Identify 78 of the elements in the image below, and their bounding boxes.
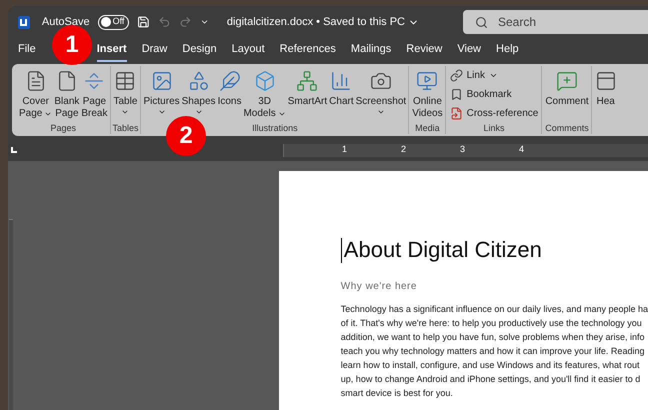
bookmark-icon (450, 88, 463, 101)
body-text-line: Technology has a significant influence on our daily lives, and many people ha (340, 303, 648, 316)
cube-icon (254, 70, 276, 92)
body-text-line: smart device is best for you. (340, 387, 454, 400)
ribbon-button[interactable]: Blank Page (53, 66, 80, 120)
bar-chart-icon (330, 70, 352, 92)
text-cursor (340, 238, 342, 262)
body-text-line: teach you why technology matters and how it can improve your life. Reading (340, 345, 646, 358)
ribbon-button[interactable]: 3D Models (242, 66, 287, 120)
body-text-line: up, how to change Android and iPhone settings, and you'll find it easier to d (340, 373, 642, 386)
ruler-number: 1 (342, 143, 348, 156)
caret-icon (44, 110, 52, 118)
feather-icon (218, 70, 241, 92)
ribbon-button[interactable]: Shapes (180, 66, 217, 116)
ribbon-button[interactable]: Icons (216, 66, 242, 108)
body-text-line: addition, we want to help you have fun, solve problems when they arise, info (340, 331, 646, 344)
search-input: Search (498, 13, 648, 31)
caret-icon (194, 108, 203, 116)
ribbon-button[interactable]: SmartArt (286, 66, 328, 108)
ribbon-group-label: Links (482, 123, 506, 134)
ribbon-small-button[interactable]: Bookmark (448, 85, 514, 104)
ribbon-tab[interactable]: Draw (142, 40, 168, 62)
tab-selector-icon[interactable] (11, 147, 17, 153)
body-text-line: of it. That's why we're here: to help you productively use the technology you (340, 317, 643, 330)
document-title[interactable]: digitalcitizen.docx • Saved to this PC (226, 14, 419, 30)
ribbon-button[interactable]: Online Videos (411, 66, 444, 120)
search-field[interactable]: Search (463, 10, 648, 34)
ribbon-group-label: Tables (112, 123, 139, 134)
ribbon-tab[interactable]: Insert (96, 40, 127, 62)
document-title-text: About Digital Citizen (344, 237, 542, 263)
ribbon-tab[interactable]: References (280, 40, 336, 62)
save-icon[interactable] (137, 15, 150, 29)
video-icon (416, 70, 438, 92)
ribbon-tab[interactable]: File (18, 40, 36, 62)
link-icon (450, 69, 463, 82)
ribbon-group-label: Comments (544, 123, 590, 134)
comment-icon (556, 70, 578, 92)
ruler-number: 2 (401, 143, 406, 156)
ruler-number: 3 (460, 143, 466, 156)
camera-icon (370, 70, 392, 92)
diagram-icon (296, 70, 318, 92)
header-icon (594, 70, 617, 92)
ribbon-tab[interactable]: Mailings (350, 40, 392, 62)
ribbon-group-label: Illustrations (251, 123, 299, 134)
ribbon-small-button[interactable]: Cross-reference (448, 104, 540, 123)
ribbon-button[interactable]: Cover Page (18, 66, 54, 120)
autosave-toggle[interactable]: Off (98, 14, 130, 30)
ribbon-tab[interactable]: Help (496, 40, 519, 62)
ribbon-button[interactable]: Hea (594, 66, 618, 108)
ribbon-group-label: Pages (49, 123, 78, 134)
caret-icon (278, 110, 286, 118)
ribbon-small-button[interactable]: Link (448, 66, 500, 85)
ribbon-tab[interactable]: Design (182, 40, 217, 62)
ribbon-button[interactable]: Screenshot (354, 66, 408, 116)
shapes-icon (188, 70, 210, 92)
caret-icon (488, 71, 498, 80)
ruler-number: 4 (519, 143, 524, 156)
undo-icon[interactable] (158, 15, 171, 29)
ribbon-button[interactable]: Chart (328, 66, 355, 108)
cross-reference-icon (450, 107, 463, 120)
ribbon-button[interactable]: Table (112, 66, 138, 116)
ribbon-tab[interactable]: View (457, 40, 482, 62)
caret-icon (158, 108, 166, 116)
ribbon-button[interactable]: Page Break (80, 66, 108, 120)
ribbon-tab[interactable]: Review (406, 40, 442, 62)
ribbon-tab[interactable]: Layout (232, 40, 265, 62)
caret-icon (121, 108, 130, 116)
page-break-icon (83, 70, 106, 92)
redo-icon[interactable] (178, 15, 192, 29)
ribbon-button[interactable]: Comment (544, 66, 590, 108)
picture-icon (150, 70, 173, 92)
search-icon (475, 16, 488, 28)
body-text-line: learn how to install, configure, and use Windows and its features, what rout (340, 359, 640, 372)
ribbon-group-label: Media (414, 123, 441, 134)
table-icon (114, 70, 136, 92)
caret-icon (376, 108, 385, 116)
ribbon-button[interactable]: Pictures (142, 66, 181, 116)
document-heading: Why we're here (340, 280, 418, 294)
